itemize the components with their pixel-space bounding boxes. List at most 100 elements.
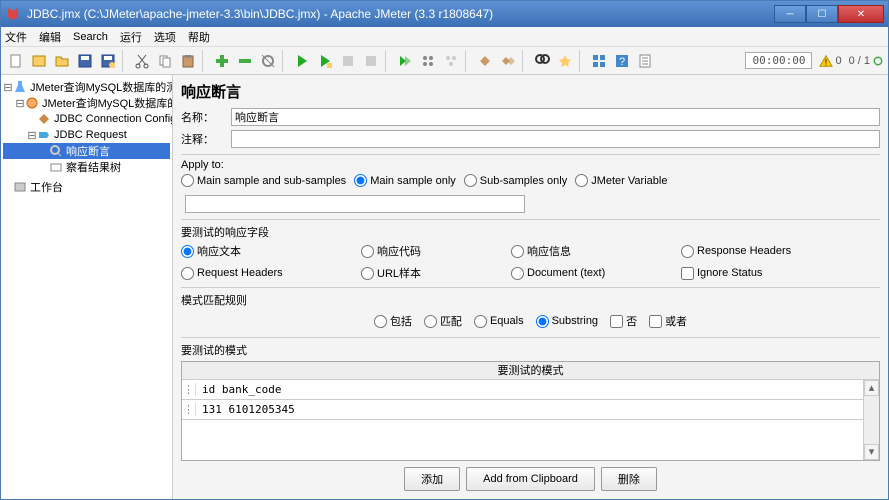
shutdown-button[interactable]	[360, 50, 382, 72]
menu-run[interactable]: 运行	[120, 29, 142, 45]
panel-title: 响应断言	[181, 81, 880, 102]
templates-button[interactable]	[28, 50, 50, 72]
config-icon	[37, 112, 51, 126]
radio-substring[interactable]: Substring	[536, 313, 598, 329]
gc-button[interactable]	[634, 50, 656, 72]
svg-text:?: ?	[619, 56, 625, 68]
elapsed-timer: 00:00:00	[745, 52, 812, 69]
new-button[interactable]	[5, 50, 27, 72]
radio-response-message[interactable]: 响应信息	[511, 243, 681, 259]
radio-main[interactable]: Main sample only	[354, 174, 456, 187]
tree-node-jdbc-request[interactable]: ⊟JDBC Request	[3, 127, 170, 143]
clear-button[interactable]	[474, 50, 496, 72]
copy-button[interactable]	[154, 50, 176, 72]
menubar: 文件 编辑 Search 运行 选项 帮助	[1, 27, 888, 47]
listener-icon	[49, 160, 63, 174]
expand-button[interactable]	[211, 50, 233, 72]
menu-help[interactable]: 帮助	[188, 29, 210, 45]
app-window: JDBC.jmx (C:\JMeter\apache-jmeter-3.3\bi…	[0, 0, 889, 500]
search-button[interactable]	[531, 50, 553, 72]
check-or[interactable]: 或者	[649, 313, 687, 329]
save-button[interactable]	[74, 50, 96, 72]
check-not[interactable]: 否	[610, 313, 637, 329]
tree-node-jdbc-config[interactable]: JDBC Connection Configuration	[3, 111, 170, 127]
radio-main-sub[interactable]: Main sample and sub-samples	[181, 174, 346, 187]
radio-document-text[interactable]: Document (text)	[511, 265, 681, 281]
tree-node-assertion[interactable]: 响应断言	[3, 143, 170, 159]
toolbar: ? 00:00:00 ! 0 0 / 1	[1, 47, 888, 75]
maximize-button[interactable]: ☐	[806, 5, 838, 23]
menu-options[interactable]: 选项	[154, 29, 176, 45]
editor-panel: 响应断言 名称： 注释： Apply to: Main sample and s…	[173, 75, 888, 499]
patterns-table[interactable]: 要测试的模式 ⋮id bank_code ⋮131 6101205345 ▴▾	[181, 361, 880, 461]
start-no-timers-button[interactable]	[314, 50, 336, 72]
tree-node-threadgroup[interactable]: ⊟JMeter查询MySQL数据库的线程组	[3, 95, 170, 111]
tree-node-testplan[interactable]: ⊟JMeter查询MySQL数据库的测试计划	[3, 79, 170, 95]
remote-stop-button[interactable]	[440, 50, 462, 72]
test-plan-tree[interactable]: ⊟JMeter查询MySQL数据库的测试计划 ⊟JMeter查询MySQL数据库…	[1, 75, 173, 499]
add-button[interactable]: 添加	[404, 467, 460, 491]
comment-label: 注释：	[181, 131, 231, 147]
radio-response-text[interactable]: 响应文本	[181, 243, 361, 259]
cut-button[interactable]	[131, 50, 153, 72]
help-button[interactable]: ?	[611, 50, 633, 72]
app-icon	[5, 6, 21, 22]
table-row[interactable]: ⋮131 6101205345	[182, 400, 879, 420]
sampler-icon	[37, 128, 51, 142]
menu-edit[interactable]: 编辑	[39, 29, 61, 45]
thread-count: 0 / 1	[849, 55, 884, 67]
stop-button[interactable]	[337, 50, 359, 72]
radio-request-headers[interactable]: Request Headers	[181, 265, 361, 281]
workbench-icon	[13, 180, 27, 194]
delete-button[interactable]: 删除	[601, 467, 657, 491]
patterns-label: 要测试的模式	[181, 337, 880, 358]
apply-to-label: Apply to:	[181, 154, 880, 171]
thread-icon	[872, 55, 884, 67]
radio-response-code[interactable]: 响应代码	[361, 243, 511, 259]
save-as-button[interactable]	[97, 50, 119, 72]
radio-sub[interactable]: Sub-samples only	[464, 174, 567, 187]
remote-start-all-button[interactable]	[417, 50, 439, 72]
toggle-button[interactable]	[257, 50, 279, 72]
name-input[interactable]	[231, 108, 880, 126]
clear-all-button[interactable]	[497, 50, 519, 72]
assertion-icon	[49, 144, 63, 158]
warning-indicator[interactable]: ! 0	[819, 54, 841, 68]
tree-node-results-tree[interactable]: 察看结果树	[3, 159, 170, 175]
function-helper-button[interactable]	[588, 50, 610, 72]
start-button[interactable]	[291, 50, 313, 72]
open-button[interactable]	[51, 50, 73, 72]
jmeter-variable-input[interactable]	[185, 195, 525, 213]
radio-url-sampled[interactable]: URL样本	[361, 265, 511, 281]
add-from-clipboard-button[interactable]: Add from Clipboard	[466, 467, 595, 491]
radio-response-headers[interactable]: Response Headers	[681, 243, 880, 259]
radio-matches[interactable]: 匹配	[424, 313, 462, 329]
tree-node-workbench[interactable]: ⊟工作台	[3, 179, 170, 195]
close-button[interactable]: ✕	[838, 5, 884, 23]
window-title: JDBC.jmx (C:\JMeter\apache-jmeter-3.3\bi…	[27, 7, 774, 21]
collapse-button[interactable]	[234, 50, 256, 72]
check-ignore-status[interactable]: Ignore Status	[681, 265, 880, 281]
threadgroup-icon	[25, 96, 39, 110]
minimize-button[interactable]: ─	[774, 5, 806, 23]
name-label: 名称：	[181, 109, 231, 125]
radio-equals[interactable]: Equals	[474, 313, 524, 329]
radio-contains[interactable]: 包括	[374, 313, 412, 329]
table-row[interactable]: ⋮id bank_code	[182, 380, 879, 400]
scrollbar[interactable]: ▴▾	[863, 380, 879, 460]
reset-search-button[interactable]	[554, 50, 576, 72]
svg-text:!: !	[825, 57, 828, 68]
scroll-down-icon[interactable]: ▾	[864, 444, 879, 460]
paste-button[interactable]	[177, 50, 199, 72]
flask-icon	[13, 80, 27, 94]
scroll-up-icon[interactable]: ▴	[864, 380, 879, 396]
titlebar[interactable]: JDBC.jmx (C:\JMeter\apache-jmeter-3.3\bi…	[1, 1, 888, 27]
comment-input[interactable]	[231, 130, 880, 148]
match-rule-label: 模式匹配规则	[181, 287, 880, 308]
field-to-test-label: 要测试的响应字段	[181, 219, 880, 240]
menu-file[interactable]: 文件	[5, 29, 27, 45]
radio-variable[interactable]: JMeter Variable	[575, 174, 667, 187]
remote-start-button[interactable]	[394, 50, 416, 72]
menu-search[interactable]: Search	[73, 31, 108, 43]
patterns-table-header: 要测试的模式	[182, 362, 879, 380]
